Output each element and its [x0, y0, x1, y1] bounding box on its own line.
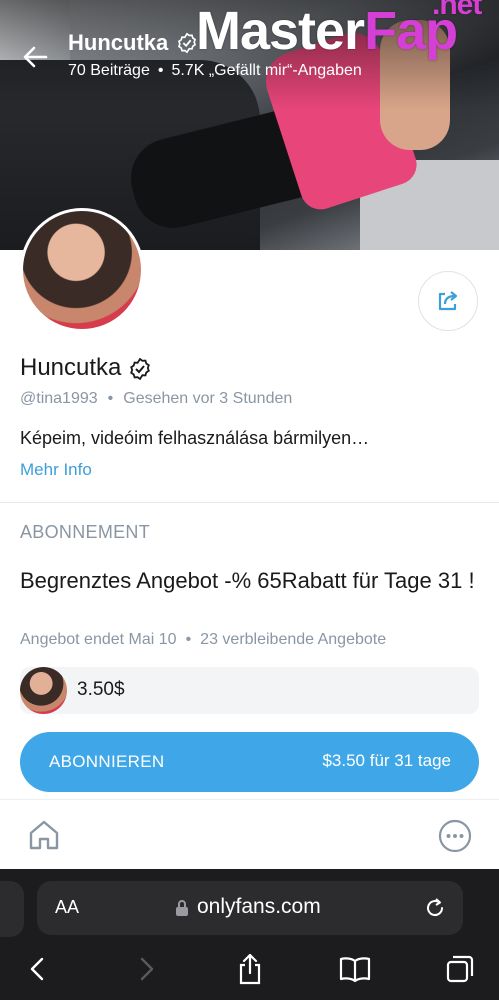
subscribe-price: $3.50 für 31 tage — [322, 751, 451, 770]
browser-bar: AA onlyfans.com — [0, 869, 499, 1000]
offer-ends: Angebot endet Mai 10 — [20, 631, 177, 648]
back-button[interactable] — [20, 42, 50, 72]
handle-separator: • — [107, 390, 114, 407]
tabs-icon — [446, 955, 474, 983]
section-divider — [0, 502, 499, 503]
share-button[interactable] — [418, 271, 478, 331]
bookmarks-icon — [339, 957, 371, 983]
last-seen: Gesehen vor 3 Stunden — [123, 390, 293, 407]
share-icon — [438, 291, 458, 311]
verified-badge-icon — [177, 32, 197, 54]
browser-toolbar — [0, 949, 499, 989]
stats-separator: • — [157, 62, 164, 79]
price-value: 3.50$ — [77, 679, 125, 700]
watermark-net: .net — [432, 0, 482, 21]
subscribe-label: ABONNIEREN — [49, 752, 165, 771]
browser-back-button[interactable] — [18, 949, 58, 989]
offer-meta: Angebot endet Mai 10 • 23 verbleibende Ang… — [20, 631, 386, 649]
bookmarks-button[interactable] — [335, 949, 375, 989]
offers-left: 23 verbleibende Angebote — [200, 631, 387, 648]
profile-handle: @tina1993 — [20, 390, 98, 407]
more-dots-icon[interactable] — [438, 819, 472, 853]
posts-count: 70 Beiträge — [68, 62, 150, 79]
subscription-heading: ABONNEMENT — [20, 522, 151, 542]
offer-separator: • — [185, 631, 192, 648]
subscribe-button[interactable]: ABONNIEREN $3.50 für 31 tage — [20, 732, 479, 792]
bottom-nav — [0, 799, 499, 869]
address-bar[interactable]: AA onlyfans.com — [37, 881, 463, 935]
tabs-button[interactable] — [440, 949, 480, 989]
browser-forward-icon — [140, 957, 154, 981]
handle-line: @tina1993 • Gesehen vor 3 Stunden — [20, 390, 292, 408]
browser-share-button[interactable] — [230, 949, 270, 989]
offer-title: Begrenztes Angebot -% 65Rabatt für Tage … — [20, 568, 475, 593]
header-stats: 70 Beiträge • 5.7K „Gefällt mir“-Angaben — [68, 62, 362, 80]
browser-forward-button[interactable] — [126, 949, 166, 989]
watermark-logo: MasterFap .net — [196, 0, 482, 62]
more-info-link[interactable]: Mehr Info — [20, 460, 92, 480]
previous-tab[interactable] — [0, 881, 24, 937]
price-row: 3.50$ — [20, 667, 479, 714]
browser-share-icon — [239, 953, 261, 985]
verified-badge-icon — [130, 357, 150, 381]
home-icon[interactable] — [26, 817, 62, 853]
reader-aa-button[interactable]: AA — [55, 897, 79, 918]
price-avatar — [20, 667, 67, 714]
browser-back-icon — [30, 957, 44, 981]
reload-icon[interactable] — [423, 896, 447, 920]
url-text: onlyfans.com — [197, 895, 321, 918]
header-name: Huncutka — [68, 30, 169, 55]
watermark-master: Master — [196, 1, 365, 61]
profile-bio: Képeim, videóim felhasználása bármilyen… — [20, 428, 370, 448]
profile-name: Huncutka — [20, 354, 122, 381]
likes-count: 5.7K „Gefällt mir“-Angaben — [171, 62, 362, 79]
avatar[interactable] — [20, 208, 144, 332]
lock-icon — [176, 900, 188, 916]
back-arrow-icon — [23, 46, 48, 68]
